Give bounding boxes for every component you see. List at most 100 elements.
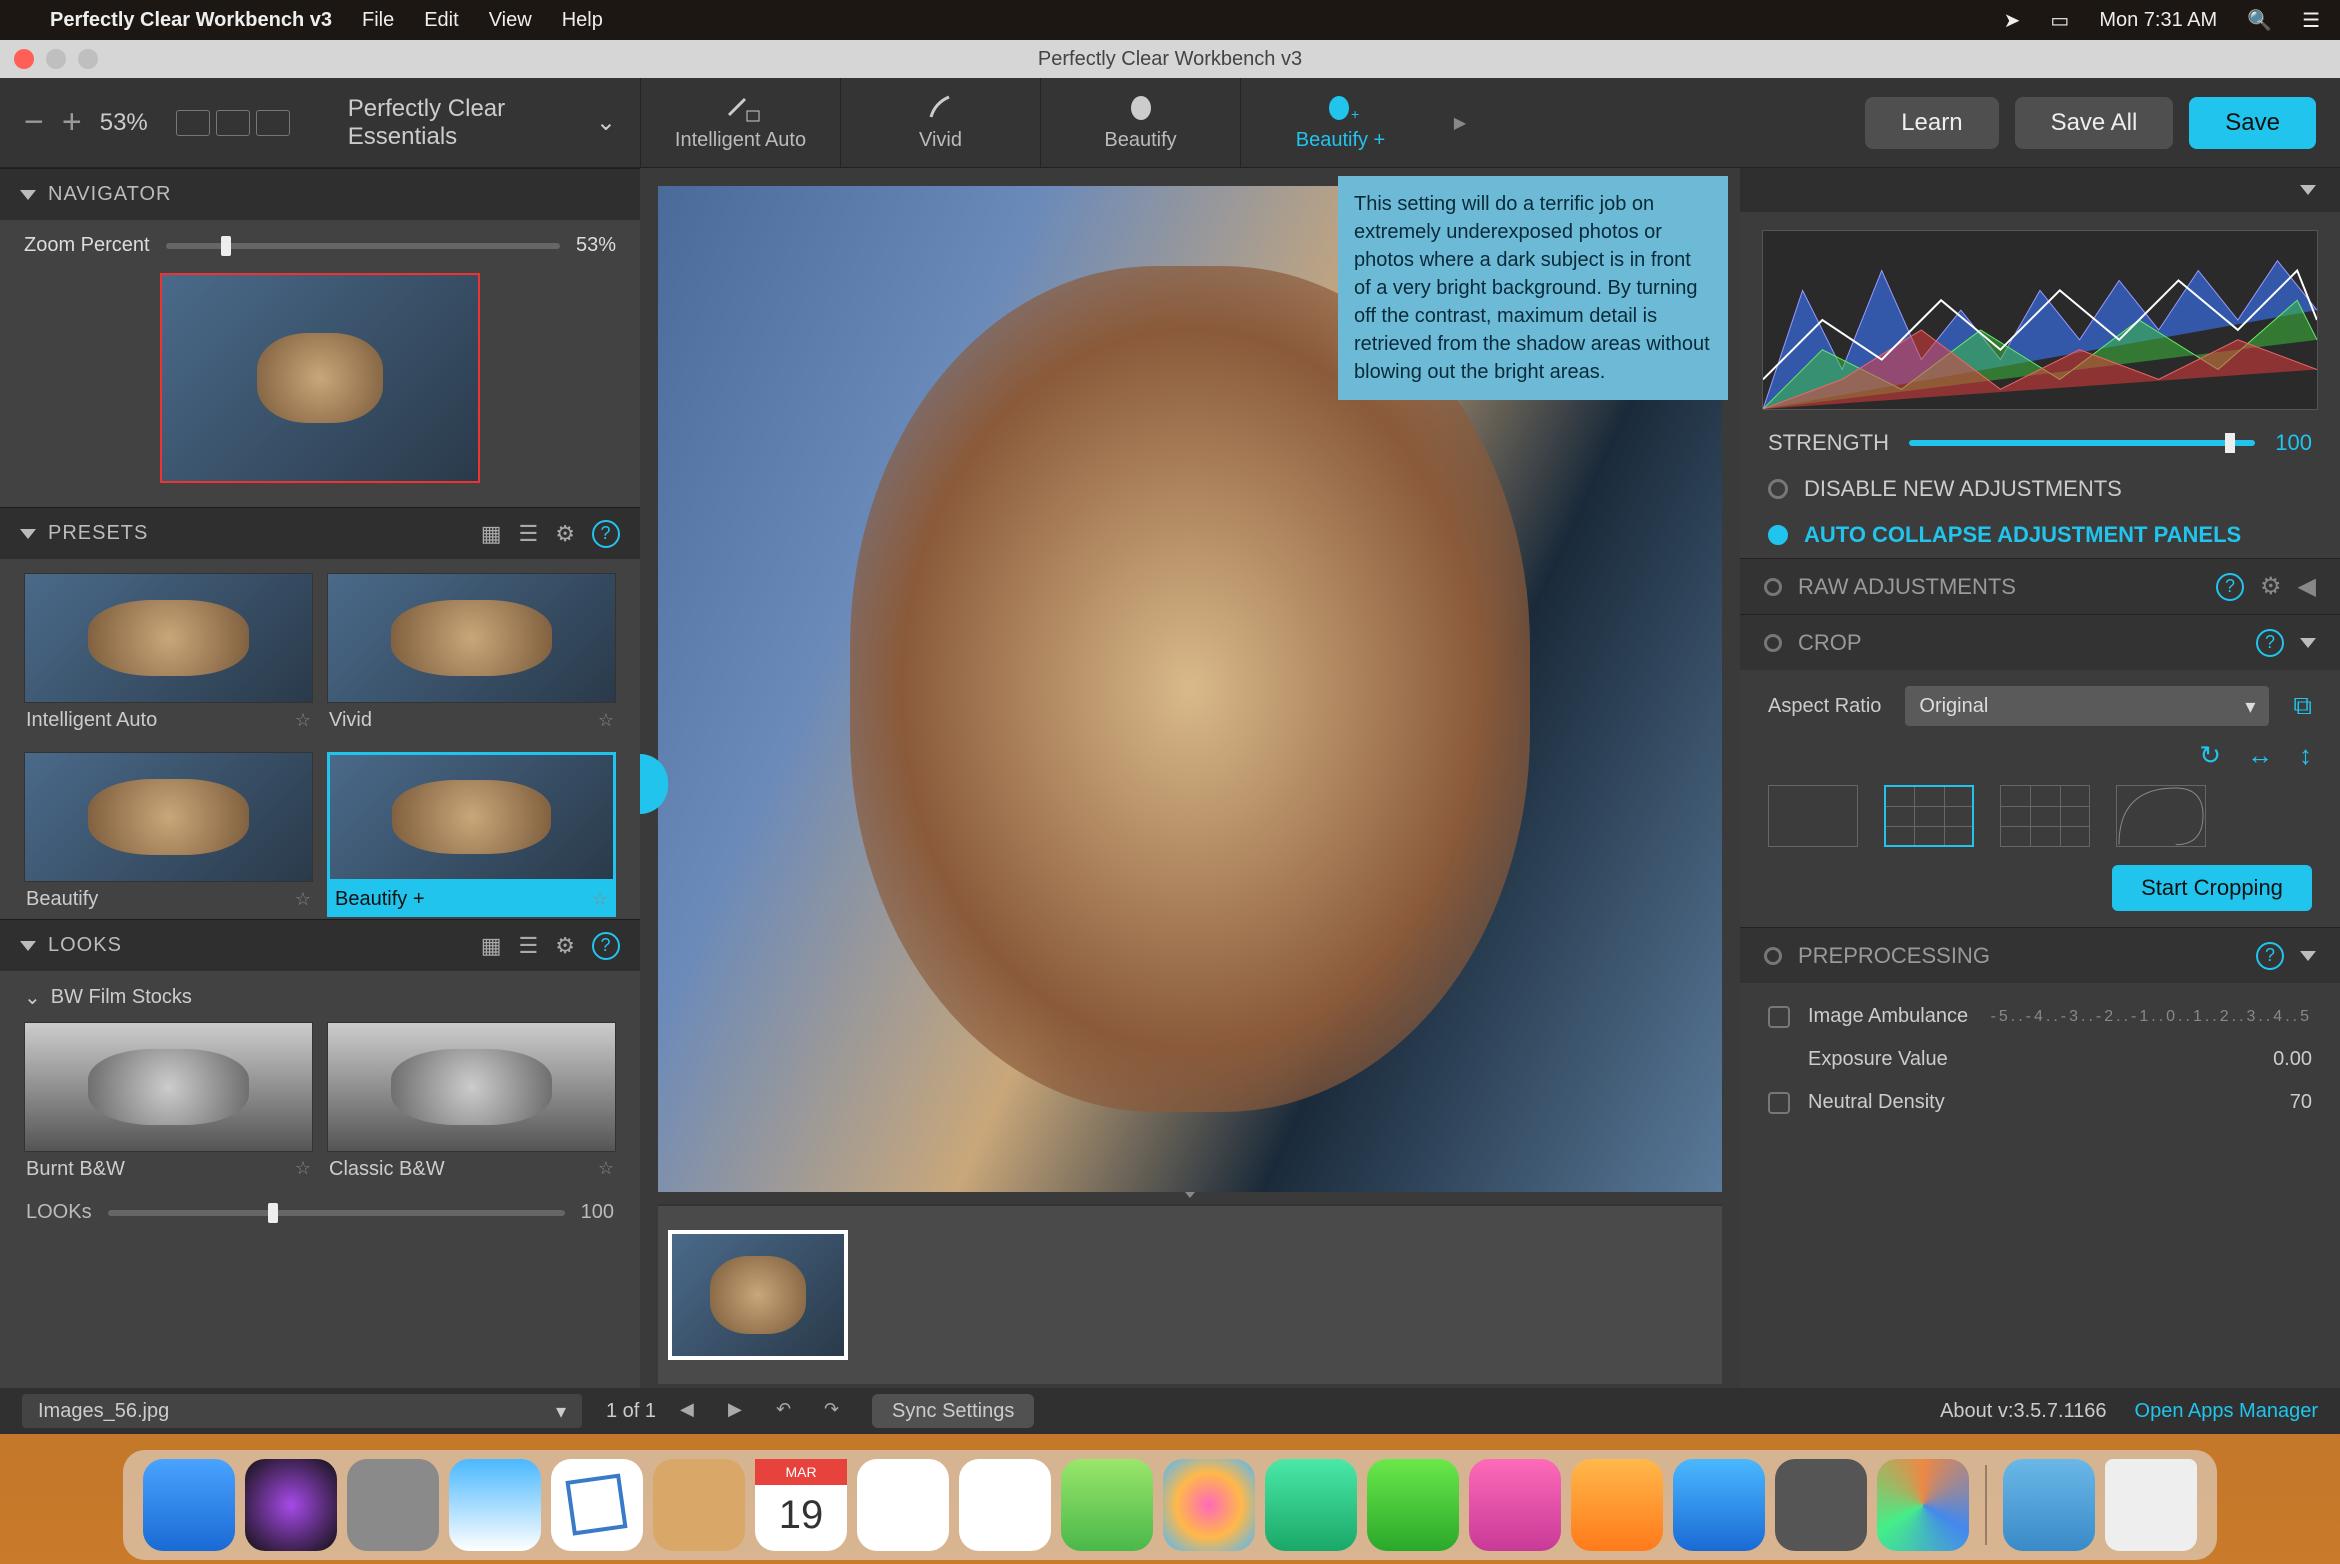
crop-overlay-thirds[interactable] bbox=[2000, 785, 2090, 847]
dock-trash-icon[interactable] bbox=[2105, 1459, 2197, 1551]
auto-collapse-toggle[interactable]: AUTO COLLAPSE ADJUSTMENT PANELS bbox=[1740, 512, 2340, 558]
preset-beautify-plus[interactable]: Beautify +☆ bbox=[327, 752, 616, 917]
look-classic-bw[interactable]: Classic B&W☆ bbox=[327, 1022, 616, 1187]
next-image-button[interactable]: ▶ bbox=[728, 1399, 752, 1423]
dock-contacts-icon[interactable] bbox=[653, 1459, 745, 1551]
menu-file[interactable]: File bbox=[362, 9, 394, 32]
looks-panel-header[interactable]: LOOKS ▦ ☰ ⚙ ? bbox=[0, 919, 640, 971]
layout-dual-icon[interactable] bbox=[256, 110, 290, 136]
zoom-out-button[interactable]: − bbox=[24, 103, 44, 142]
mode-scroll-right[interactable]: ▶ bbox=[1440, 78, 1480, 167]
preset-beautify[interactable]: Beautify☆ bbox=[24, 752, 313, 917]
minimize-window-button[interactable] bbox=[46, 49, 66, 69]
dock-facetime-icon[interactable] bbox=[1367, 1459, 1459, 1551]
flip-horizontal-icon[interactable]: ↔ bbox=[2247, 740, 2273, 771]
zoom-in-button[interactable]: + bbox=[62, 103, 82, 142]
help-icon[interactable]: ? bbox=[2216, 573, 2244, 601]
dock-custom-icon[interactable] bbox=[1877, 1459, 1969, 1551]
star-icon[interactable]: ☆ bbox=[295, 889, 311, 910]
crop-tool-icon[interactable]: ⧉ bbox=[2293, 690, 2312, 722]
preset-vivid[interactable]: Vivid☆ bbox=[327, 573, 616, 738]
rotate-icon[interactable]: ↻ bbox=[2199, 740, 2221, 771]
layout-split-icon[interactable] bbox=[216, 110, 250, 136]
preset-intelligent-auto[interactable]: Intelligent Auto☆ bbox=[24, 573, 313, 738]
list-view-icon[interactable]: ☰ bbox=[519, 933, 540, 959]
display-icon[interactable]: ▭ bbox=[2050, 8, 2069, 33]
list-view-icon[interactable]: ☰ bbox=[519, 521, 540, 547]
dock-downloads-icon[interactable] bbox=[2003, 1459, 2095, 1551]
sync-settings-button[interactable]: Sync Settings bbox=[872, 1394, 1034, 1428]
dock-safari-icon[interactable] bbox=[449, 1459, 541, 1551]
mode-beautify[interactable]: Beautify bbox=[1040, 78, 1240, 167]
menu-help[interactable]: Help bbox=[562, 9, 603, 32]
learn-button[interactable]: Learn bbox=[1865, 97, 1998, 149]
crop-header[interactable]: CROP ? bbox=[1740, 614, 2340, 670]
navigator-thumbnail[interactable] bbox=[160, 273, 480, 483]
dock-itunes-icon[interactable] bbox=[1469, 1459, 1561, 1551]
disable-adjustments-toggle[interactable]: DISABLE NEW ADJUSTMENTS bbox=[1740, 466, 2340, 512]
menu-edit[interactable]: Edit bbox=[424, 9, 458, 32]
strength-slider[interactable] bbox=[1909, 440, 2255, 446]
open-apps-manager-link[interactable]: Open Apps Manager bbox=[2135, 1400, 2318, 1423]
save-all-button[interactable]: Save All bbox=[2015, 97, 2174, 149]
presets-panel-header[interactable]: PRESETS ▦ ☰ ⚙ ? bbox=[0, 507, 640, 559]
aspect-ratio-dropdown[interactable]: Original ▾ bbox=[1905, 686, 2269, 726]
navigator-zoom-slider[interactable] bbox=[166, 243, 560, 249]
dock-siri-icon[interactable] bbox=[245, 1459, 337, 1551]
preprocessing-header[interactable]: PREPROCESSING ? bbox=[1740, 927, 2340, 983]
dock-maps-icon[interactable] bbox=[1061, 1459, 1153, 1551]
zoom-window-button[interactable] bbox=[78, 49, 98, 69]
star-icon[interactable]: ☆ bbox=[598, 1158, 614, 1181]
star-icon[interactable]: ☆ bbox=[592, 889, 608, 910]
prev-image-button[interactable]: ◀ bbox=[680, 1399, 704, 1423]
essentials-dropdown[interactable]: Perfectly Clear Essentials ⌄ bbox=[348, 95, 616, 151]
mode-intelligent-auto[interactable]: Intelligent Auto bbox=[640, 78, 840, 167]
menu-view[interactable]: View bbox=[489, 9, 532, 32]
grid-view-icon[interactable]: ▦ bbox=[481, 521, 503, 547]
raw-adjustments-header[interactable]: RAW ADJUSTMENTS ?⚙◀ bbox=[1740, 558, 2340, 614]
dock-settings-icon[interactable] bbox=[1775, 1459, 1867, 1551]
help-icon[interactable]: ? bbox=[592, 520, 620, 548]
looks-slider[interactable] bbox=[108, 1210, 565, 1216]
save-button[interactable]: Save bbox=[2189, 97, 2316, 149]
crop-overlay-grid[interactable] bbox=[1884, 785, 1974, 847]
grid-view-icon[interactable]: ▦ bbox=[481, 933, 503, 959]
looks-category[interactable]: ⌄ BW Film Stocks bbox=[24, 985, 616, 1010]
dock-notes-icon[interactable] bbox=[959, 1459, 1051, 1551]
dock-ibooks-icon[interactable] bbox=[1571, 1459, 1663, 1551]
dock-launchpad-icon[interactable] bbox=[347, 1459, 439, 1551]
start-cropping-button[interactable]: Start Cropping bbox=[2112, 865, 2312, 911]
dock-messages-icon[interactable] bbox=[1265, 1459, 1357, 1551]
dock-reminders-icon[interactable] bbox=[857, 1459, 949, 1551]
filename-dropdown[interactable]: Images_56.jpg ▾ bbox=[22, 1394, 582, 1428]
navigator-panel-header[interactable]: NAVIGATOR bbox=[0, 168, 640, 220]
dock-mail-icon[interactable] bbox=[551, 1459, 643, 1551]
redo-button[interactable]: ↷ bbox=[824, 1399, 848, 1423]
star-icon[interactable]: ☆ bbox=[295, 1158, 311, 1181]
undo-button[interactable]: ↶ bbox=[776, 1399, 800, 1423]
look-burnt-bw[interactable]: Burnt B&W☆ bbox=[24, 1022, 313, 1187]
help-icon[interactable]: ? bbox=[592, 932, 620, 960]
gear-icon[interactable]: ⚙ bbox=[555, 521, 576, 547]
dock-photos-icon[interactable] bbox=[1163, 1459, 1255, 1551]
dock-appstore-icon[interactable] bbox=[1673, 1459, 1765, 1551]
image-ambulance-checkbox[interactable] bbox=[1768, 1006, 1790, 1028]
spotlight-icon[interactable]: 🔍 bbox=[2247, 8, 2272, 33]
close-window-button[interactable] bbox=[14, 49, 34, 69]
layout-single-icon[interactable] bbox=[176, 110, 210, 136]
dock-finder-icon[interactable] bbox=[143, 1459, 235, 1551]
help-icon[interactable]: ? bbox=[2256, 629, 2284, 657]
menubar-clock[interactable]: Mon 7:31 AM bbox=[2099, 9, 2217, 32]
dock-calendar-icon[interactable]: MAR19 bbox=[755, 1459, 847, 1551]
crop-overlay-golden[interactable] bbox=[2116, 785, 2206, 847]
filmstrip-thumb[interactable] bbox=[668, 1230, 848, 1360]
top-collapse[interactable] bbox=[1740, 168, 2340, 212]
mode-beautify-plus[interactable]: + Beautify + bbox=[1240, 78, 1440, 167]
menu-list-icon[interactable]: ☰ bbox=[2302, 8, 2320, 33]
flip-vertical-icon[interactable]: ↕ bbox=[2299, 740, 2312, 771]
neutral-density-checkbox[interactable] bbox=[1768, 1092, 1790, 1114]
gear-icon[interactable]: ⚙ bbox=[2260, 572, 2282, 601]
help-icon[interactable]: ? bbox=[2256, 942, 2284, 970]
star-icon[interactable]: ☆ bbox=[295, 710, 311, 731]
mode-vivid[interactable]: Vivid bbox=[840, 78, 1040, 167]
